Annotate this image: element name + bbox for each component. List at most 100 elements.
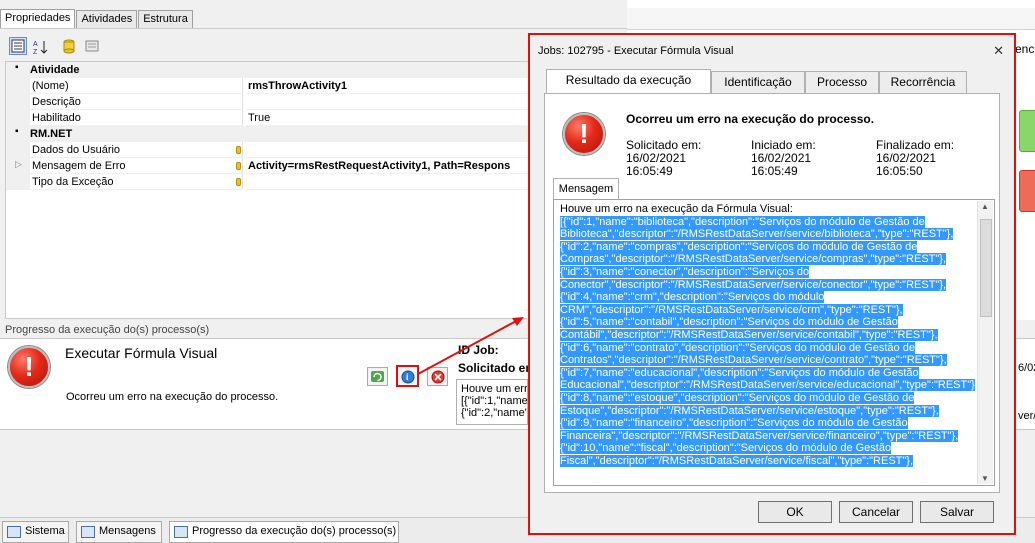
- selected-text: {"id":3,"name":"conector","description":…: [560, 265, 810, 278]
- svg-text:A: A: [33, 41, 38, 48]
- selected-text: {"id":2,"name":"compras","description":"…: [560, 240, 918, 253]
- category-label: RM.NET: [30, 128, 73, 140]
- dialog-title: Jobs: 102795 - Executar Fórmula Visual: [538, 45, 734, 57]
- selected-text: Estoque","descriptor":"/RMSRestDataServe…: [560, 404, 939, 417]
- category-label: Atividade: [30, 64, 80, 76]
- retry-button[interactable]: [367, 367, 388, 386]
- selected-text: Educacional","descriptor":"/RMSRestDataS…: [560, 379, 975, 392]
- message-line: {"id":8,"name":"estoque","description":"…: [560, 391, 975, 405]
- selected-text: Conector","descriptor":"/RMSRestDataServ…: [560, 278, 947, 291]
- property-name: Mensagem de Erro: [30, 158, 243, 174]
- error-icon: [563, 113, 605, 155]
- statusbar-mensagens[interactable]: Mensagens: [76, 521, 162, 543]
- message-line: Estoque","descriptor":"/RMSRestDataServe…: [560, 404, 975, 418]
- category-margin: ▪: [6, 62, 30, 78]
- message-line: {"id":2,"name":"compras","description":"…: [560, 240, 975, 254]
- selected-text: Compras","descriptor":"/RMSRestDataServe…: [560, 253, 947, 266]
- property-name: Tipo da Exceção: [30, 174, 243, 190]
- close-icon[interactable]: ✕: [993, 43, 1004, 59]
- requested-time: 16:05:49: [626, 164, 673, 178]
- message-line: Contratos","descriptor":"/RMSRestDataSer…: [560, 354, 975, 367]
- job-status: Ocorreu um erro na execução do processo.: [66, 391, 279, 403]
- message-line: CRM","descriptor":"/RMSRestDataServer/se…: [560, 303, 975, 317]
- property-indicator-icon: [236, 146, 241, 154]
- statusbar-label: Mensagens: [99, 525, 156, 537]
- finished-time: 16:05:50: [876, 164, 923, 178]
- message-text[interactable]: Houve um erro na execução da Fórmula Vis…: [560, 203, 975, 478]
- property-name: Dados do Usuário: [30, 142, 243, 158]
- property-pages-button[interactable]: [83, 37, 101, 55]
- selected-text: Biblioteca","descriptor":"/RMSRestDataSe…: [560, 228, 954, 241]
- events-button[interactable]: [60, 37, 78, 55]
- categorized-icon: [11, 39, 25, 53]
- tab-identificacao[interactable]: Identificação: [711, 71, 805, 93]
- message-scrollbar[interactable]: ▲ ▼: [977, 201, 993, 484]
- tab-recorrencia[interactable]: Recorrência: [879, 71, 967, 93]
- background-window-label: enc: [1015, 42, 1035, 56]
- selected-text: {"id":9,"name":"financeiro","description…: [560, 417, 908, 430]
- ok-button[interactable]: OK: [758, 501, 832, 523]
- statusbar-sistema[interactable]: Sistema: [2, 521, 69, 543]
- error-title: Ocorreu um erro na execução do processo.: [626, 112, 875, 126]
- selected-text: Fiscal","descriptor":"/RMSRestDataServer…: [560, 454, 914, 467]
- started-time: 16:05:49: [751, 164, 798, 178]
- selected-text: {"id":5,"name":"contabil","description":…: [560, 316, 898, 329]
- expand-arrow-icon[interactable]: ▷: [15, 159, 22, 170]
- message-line: Fiscal","descriptor":"/RMSRestDataServer…: [560, 454, 975, 468]
- message-line: Contábil","descriptor":"/RMSRestDataServ…: [560, 328, 975, 342]
- message-line: Conector","descriptor":"/RMSRestDataServ…: [560, 278, 975, 292]
- tab-mensagem[interactable]: Mensagem: [553, 178, 619, 200]
- tab-propriedades[interactable]: Propriedades: [0, 9, 76, 28]
- sort-alpha-button[interactable]: A Z: [31, 37, 49, 56]
- progress-message-line: [{"id":1,"name": [461, 395, 528, 407]
- selected-text: {"id":4,"name":"crm","description":"Serv…: [560, 291, 825, 304]
- requested-info: Solicitado em: 16/02/2021 16:05:49: [626, 139, 701, 178]
- scroll-up-icon[interactable]: ▲: [981, 202, 989, 211]
- tab-resultado[interactable]: Resultado da execução: [546, 69, 711, 94]
- row-margin: [6, 78, 30, 94]
- window-icon: [81, 526, 95, 538]
- selected-text: Contábil","descriptor":"/RMSRestDataServ…: [560, 328, 938, 341]
- statusbar-label: Sistema: [25, 525, 65, 537]
- job-name: Executar Fórmula Visual: [65, 345, 218, 361]
- statusbar-progresso[interactable]: Progresso da execução do(s) processo(s): [169, 521, 399, 543]
- message-header: Houve um erro na execução da Fórmula Vis…: [560, 203, 793, 215]
- save-button[interactable]: Salvar: [920, 501, 994, 523]
- scroll-down-icon[interactable]: ▼: [981, 474, 989, 483]
- message-textbox[interactable]: Houve um erro na execução da Fórmula Vis…: [553, 199, 995, 486]
- cancel-button[interactable]: Cancelar: [839, 501, 913, 523]
- started-info: Iniciado em: 16/02/2021 16:05:49: [751, 139, 816, 178]
- progress-message-box[interactable]: Houve um erro [{"id":1,"name" {"id":2,"n…: [456, 379, 528, 425]
- green-status-tile[interactable]: [1019, 110, 1035, 152]
- error-icon: [8, 346, 50, 388]
- message-line: {"id":4,"name":"crm","description":"Serv…: [560, 291, 975, 304]
- selected-text: Financeira","descriptor":"/RMSRestDataSe…: [560, 429, 959, 442]
- message-line: Compras","descriptor":"/RMSRestDataServe…: [560, 253, 975, 266]
- property-name: Descrição: [30, 94, 243, 110]
- collapse-icon[interactable]: ▪: [15, 62, 19, 73]
- message-line: {"id":3,"name":"conector","description":…: [560, 265, 975, 279]
- annotation-arrow: [417, 317, 524, 375]
- message-line: Biblioteca","descriptor":"/RMSRestDataSe…: [560, 228, 975, 241]
- categorized-view-button[interactable]: [9, 37, 27, 55]
- row-margin: [6, 94, 30, 110]
- property-indicator-icon: [236, 162, 241, 170]
- result-panel: Ocorreu um erro na execução do processo.…: [544, 93, 1000, 493]
- selected-text: {"id":8,"name":"estoque","description":"…: [560, 391, 915, 404]
- scrollbar-thumb[interactable]: [980, 219, 992, 317]
- tab-estrutura[interactable]: Estrutura: [138, 10, 193, 28]
- message-line: {"id":9,"name":"financeiro","description…: [560, 417, 975, 430]
- collapse-icon[interactable]: ▪: [15, 126, 19, 137]
- tab-atividades[interactable]: Atividades: [76, 10, 138, 28]
- property-name: Habilitado: [30, 110, 243, 126]
- message-line: [{"id":1,"name":"biblioteca","descriptio…: [560, 215, 975, 229]
- job-dialog: Jobs: 102795 - Executar Fórmula Visual ✕…: [528, 33, 1016, 535]
- tab-processo[interactable]: Processo: [805, 71, 879, 93]
- database-icon: [63, 39, 75, 54]
- statusbar-label: Progresso da execução do(s) processo(s): [192, 525, 397, 537]
- category-margin: ▪: [6, 126, 30, 142]
- selected-text: {"id":7,"name":"educacional","descriptio…: [560, 366, 919, 379]
- red-status-tile[interactable]: [1019, 170, 1035, 212]
- finished-info: Finalizado em: 16/02/2021 16:05:50: [876, 139, 954, 178]
- row-margin: [6, 174, 30, 190]
